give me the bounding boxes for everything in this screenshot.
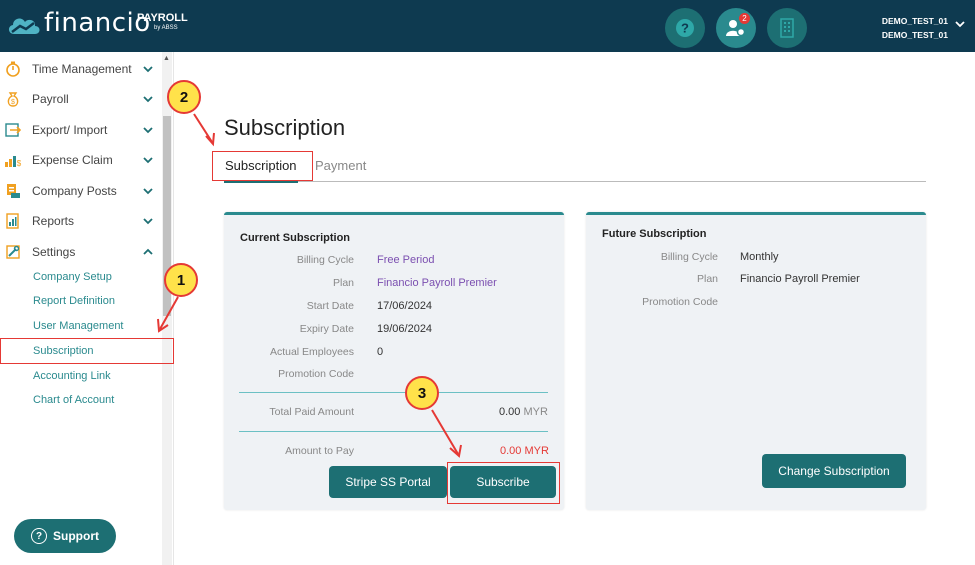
callout-arrows xyxy=(157,113,462,458)
arrow-1 xyxy=(159,296,179,330)
arrow-3 xyxy=(431,409,459,455)
arrow-2 xyxy=(193,113,213,143)
